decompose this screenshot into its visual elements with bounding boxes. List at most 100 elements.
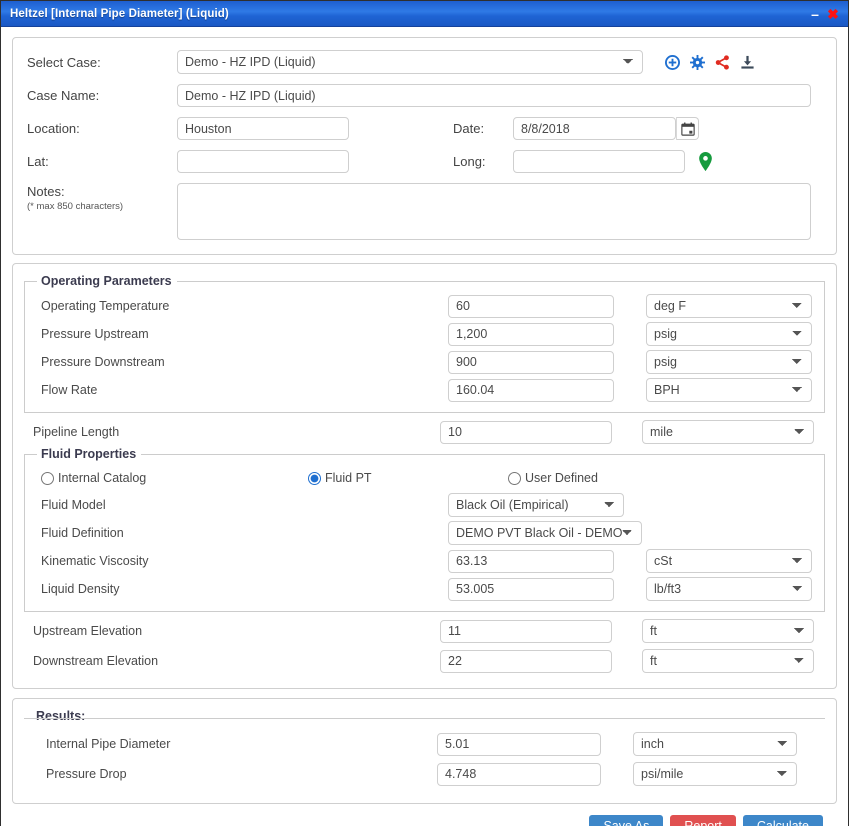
radio-fluid-pt-input[interactable] — [308, 471, 321, 485]
liquid-density-unit[interactable]: lb/ft3 — [646, 577, 812, 601]
fluid-properties-legend: Fluid Properties — [41, 447, 137, 461]
window-title: Heltzel [Internal Pipe Diameter] (Liquid… — [10, 7, 229, 20]
add-circle-icon[interactable] — [665, 54, 680, 70]
calendar-icon[interactable] — [676, 117, 699, 140]
fluid-model-row: Fluid Model Black Oil (Empirical) — [35, 491, 814, 519]
fluid-model-label: Fluid Model — [41, 498, 106, 512]
fluid-definition-row: Fluid Definition DEMO PVT Black Oil - DE… — [35, 519, 814, 547]
liquid-density-row: Liquid Density lb/ft3 — [35, 575, 814, 603]
select-case-dropdown[interactable]: Demo - HZ IPD (Liquid) — [177, 50, 643, 74]
pressure-downstream-input[interactable] — [448, 350, 614, 374]
internal-pipe-diameter-unit[interactable]: inch — [633, 732, 797, 756]
upstream-elevation-input[interactable] — [440, 619, 612, 643]
save-as-button[interactable]: Save As — [589, 815, 664, 826]
pressure-downstream-row: Pressure Downstream psig — [35, 348, 814, 376]
date-label: Date: — [453, 121, 485, 136]
pressure-upstream-label: Pressure Upstream — [41, 327, 149, 341]
location-date-row: Location: Date: — [27, 117, 820, 140]
select-case-label: Select Case: — [27, 54, 101, 70]
notes-hint: (* max 850 characters) — [27, 201, 124, 212]
fluid-definition-label: Fluid Definition — [41, 526, 124, 540]
operating-parameters-group: Operating Parameters Operating Temperatu… — [24, 274, 825, 413]
location-label: Location: — [27, 121, 80, 136]
calculate-button[interactable]: Calculate — [742, 815, 823, 826]
title-bar: Heltzel [Internal Pipe Diameter] (Liquid… — [1, 1, 848, 27]
minimize-button[interactable]: – — [806, 4, 824, 24]
report-button[interactable]: Report — [670, 815, 736, 826]
location-input[interactable] — [177, 117, 349, 140]
operating-temperature-label: Operating Temperature — [41, 299, 170, 313]
radio-internal-catalog[interactable]: Internal Catalog — [41, 471, 308, 485]
notes-row: Notes: (* max 850 characters) — [27, 183, 820, 240]
upstream-elevation-row: Upstream Elevation ft — [24, 616, 825, 646]
liquid-density-label: Liquid Density — [41, 582, 120, 596]
liquid-density-input — [448, 577, 614, 601]
pressure-upstream-row: Pressure Upstream psig — [35, 320, 814, 348]
long-input[interactable] — [513, 150, 685, 173]
share-icon[interactable] — [715, 54, 730, 70]
radio-user-defined-input[interactable] — [508, 471, 521, 485]
close-button[interactable]: ✖ — [824, 4, 842, 24]
footer-actions: Save As Report Calculate — [12, 804, 837, 826]
pressure-drop-unit[interactable]: psi/mile — [633, 762, 797, 786]
pressure-upstream-unit[interactable]: psig — [646, 322, 812, 346]
radio-internal-catalog-label: Internal Catalog — [58, 471, 147, 485]
download-icon[interactable] — [740, 55, 755, 70]
internal-pipe-diameter-value — [437, 732, 601, 756]
flow-rate-input[interactable] — [448, 378, 614, 402]
fluid-properties-group: Fluid Properties Internal Catalog Fluid … — [24, 447, 825, 612]
map-pin-icon[interactable] — [698, 152, 713, 171]
pipeline-length-label: Pipeline Length — [33, 425, 120, 439]
radio-user-defined-label: User Defined — [525, 471, 598, 485]
operating-temperature-row: Operating Temperature deg F — [35, 292, 814, 320]
pressure-upstream-input[interactable] — [448, 322, 614, 346]
kinematic-viscosity-input — [448, 549, 614, 573]
lat-label: Lat: — [27, 154, 49, 169]
lat-input[interactable] — [177, 150, 349, 173]
flow-rate-unit[interactable]: BPH — [646, 378, 812, 402]
kinematic-viscosity-row: Kinematic Viscosity cSt — [35, 547, 814, 575]
radio-fluid-pt[interactable]: Fluid PT — [308, 471, 508, 485]
radio-user-defined[interactable]: User Defined — [508, 471, 598, 485]
parameters-panel: Operating Parameters Operating Temperatu… — [12, 263, 837, 689]
downstream-elevation-input[interactable] — [440, 649, 612, 673]
pipeline-length-row: Pipeline Length mile — [24, 417, 825, 447]
date-input[interactable] — [513, 117, 676, 140]
pressure-drop-label: Pressure Drop — [46, 767, 127, 781]
downstream-elevation-row: Downstream Elevation ft — [24, 646, 825, 676]
kinematic-viscosity-label: Kinematic Viscosity — [41, 554, 149, 568]
operating-temperature-unit[interactable]: deg F — [646, 294, 812, 318]
case-name-row: Case Name: — [27, 84, 820, 107]
results-panel: Results: Internal Pipe Diameter inch Pre… — [12, 698, 837, 804]
notes-textarea[interactable] — [177, 183, 811, 240]
operating-temperature-input[interactable] — [448, 294, 614, 318]
fluid-model-dropdown[interactable]: Black Oil (Empirical) — [448, 493, 624, 517]
lat-long-row: Lat: Long: — [27, 150, 820, 173]
select-case-row: Select Case: Demo - HZ IPD (Liquid) — [27, 50, 820, 74]
case-name-label: Case Name: — [27, 88, 100, 103]
pressure-downstream-unit[interactable]: psig — [646, 350, 812, 374]
pipeline-length-unit[interactable]: mile — [642, 420, 814, 444]
case-name-input[interactable] — [177, 84, 811, 107]
radio-internal-catalog-input[interactable] — [41, 471, 54, 485]
long-label: Long: — [453, 154, 486, 169]
operating-parameters-legend: Operating Parameters — [41, 274, 172, 288]
pressure-drop-value — [437, 762, 601, 786]
kinematic-viscosity-unit[interactable]: cSt — [646, 549, 812, 573]
notes-label-group: Notes: (* max 850 characters) — [27, 183, 177, 212]
case-toolbar — [665, 54, 755, 70]
pipeline-length-input[interactable] — [440, 420, 612, 444]
results-legend: Results: — [36, 709, 86, 723]
radio-fluid-pt-label: Fluid PT — [325, 471, 372, 485]
downstream-elevation-unit[interactable]: ft — [642, 649, 814, 673]
results-group: Results: — [24, 709, 825, 723]
pressure-downstream-label: Pressure Downstream — [41, 355, 165, 369]
notes-label: Notes: — [27, 184, 65, 199]
upstream-elevation-unit[interactable]: ft — [642, 619, 814, 643]
gear-icon[interactable] — [690, 54, 705, 70]
downstream-elevation-label: Downstream Elevation — [33, 654, 159, 668]
case-panel: Select Case: Demo - HZ IPD (Liquid) Case… — [12, 37, 837, 255]
internal-pipe-diameter-row: Internal Pipe Diameter inch — [24, 729, 825, 759]
fluid-definition-dropdown[interactable]: DEMO PVT Black Oil - DEMO — [448, 521, 642, 545]
flow-rate-label: Flow Rate — [41, 383, 98, 397]
